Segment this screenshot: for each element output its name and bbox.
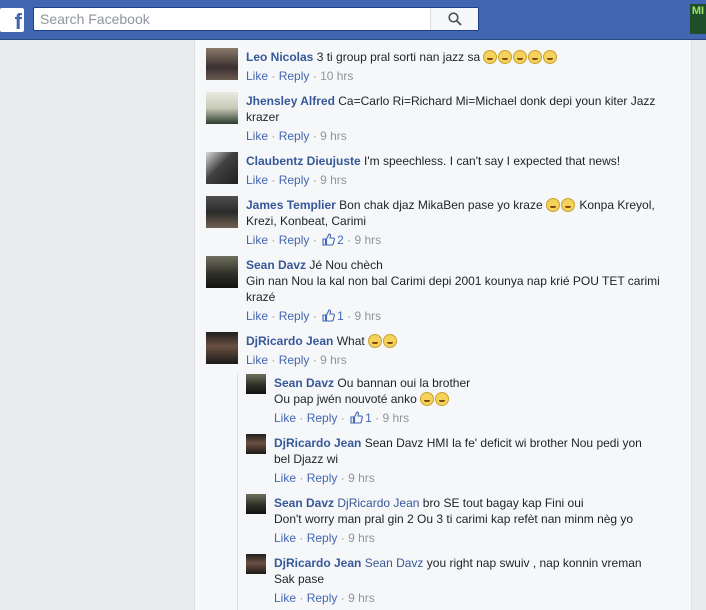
reply-time[interactable]: 9 hrs — [348, 591, 375, 605]
reply-time[interactable]: 9 hrs — [382, 411, 409, 425]
comment-time[interactable]: 9 hrs — [354, 309, 381, 323]
reply-time[interactable]: 9 hrs — [348, 531, 375, 545]
reply-link[interactable]: Reply — [307, 411, 338, 425]
like-link[interactable]: Like — [274, 531, 296, 545]
reply-link[interactable]: Reply — [279, 233, 310, 247]
avatar[interactable] — [246, 374, 266, 394]
comment-text: What — [336, 334, 365, 348]
reply-link[interactable]: Reply — [279, 173, 310, 187]
comment-time[interactable]: 9 hrs — [320, 173, 347, 187]
search-button[interactable] — [430, 8, 478, 30]
reply-link[interactable]: Reply — [307, 531, 338, 545]
avatar[interactable] — [206, 256, 238, 288]
comment-time[interactable]: 9 hrs — [354, 233, 381, 247]
facebook-logo-icon[interactable]: f — [0, 8, 24, 34]
like-count-value[interactable]: 1 — [365, 411, 372, 425]
like-count[interactable]: 1 — [348, 411, 372, 425]
comment-text: Gin nan Nou la kal non bal Carimi depi 2… — [246, 274, 660, 288]
reply-author[interactable]: DjRicardo Jean — [274, 556, 361, 570]
reply-thread-line — [237, 374, 238, 610]
like-link[interactable]: Like — [246, 129, 268, 143]
thumbs-up-icon — [350, 411, 364, 424]
reply-text: you right nap swuiv , nap konnin vreman — [426, 556, 642, 570]
like-count-value[interactable]: 1 — [337, 309, 344, 323]
reply-link[interactable]: Reply — [307, 471, 338, 485]
emoji-icon — [420, 392, 450, 406]
reply-link[interactable]: Reply — [279, 69, 310, 83]
comment-author[interactable]: Claubentz Dieujuste — [246, 154, 361, 168]
like-count[interactable]: 1 — [320, 309, 344, 323]
comment-text: Ca=Carlo Ri=Richard Mi=Michael donk depi… — [338, 94, 656, 108]
comment-author[interactable]: DjRicardo Jean — [246, 334, 333, 348]
comment-text: Konpa Kreyol, — [579, 198, 655, 212]
avatar[interactable] — [206, 152, 238, 184]
reply-text: bel Djazz wi — [274, 452, 339, 466]
comment-time[interactable]: 10 hrs — [320, 69, 353, 83]
tagged-user[interactable]: Sean Davz — [365, 556, 424, 570]
avatar[interactable] — [246, 434, 266, 454]
comment-text: krazé — [246, 290, 276, 304]
comment-time[interactable]: 9 hrs — [320, 129, 347, 143]
reply-text: bro SE tout bagay kap Fini oui — [422, 496, 584, 510]
comment-time[interactable]: 9 hrs — [320, 353, 347, 367]
search-box — [33, 7, 479, 31]
corner-app-icon[interactable]: MI — [690, 4, 706, 34]
like-count[interactable]: 2 — [320, 233, 344, 247]
like-link[interactable]: Like — [274, 411, 296, 425]
like-link[interactable]: Like — [246, 353, 268, 367]
comment-author[interactable]: Leo Nicolas — [246, 50, 313, 64]
reply-link[interactable]: Reply — [307, 591, 338, 605]
avatar[interactable] — [246, 554, 266, 574]
search-icon — [447, 12, 462, 26]
reply-author[interactable]: Sean Davz — [274, 376, 334, 390]
comment-author[interactable]: Sean Davz — [246, 258, 306, 272]
like-link[interactable]: Like — [246, 233, 268, 247]
avatar[interactable] — [206, 92, 238, 124]
comment-text: krazer — [246, 110, 280, 124]
reply-time[interactable]: 9 hrs — [348, 471, 375, 485]
tagged-user[interactable]: DjRicardo Jean — [337, 496, 419, 510]
reply-author[interactable]: Sean Davz — [274, 496, 334, 510]
reply-text: Sean Davz HMI la fe' deficit wi brother … — [364, 436, 642, 450]
reply-link[interactable]: Reply — [279, 309, 310, 323]
reply-text: Ou pap jwén nouvoté anko — [274, 392, 417, 406]
emoji-icon — [545, 198, 576, 212]
like-link[interactable]: Like — [274, 471, 296, 485]
reply-link[interactable]: Reply — [279, 129, 310, 143]
reply-text: Ou bannan oui la brother — [337, 376, 471, 390]
like-link[interactable]: Like — [274, 591, 296, 605]
like-link[interactable]: Like — [246, 309, 268, 323]
thumbs-up-icon — [322, 233, 336, 246]
comment-text: I'm speechless. I can't say I expected t… — [364, 154, 621, 168]
reply-author[interactable]: DjRicardo Jean — [274, 436, 361, 450]
avatar[interactable] — [206, 332, 238, 364]
like-link[interactable]: Like — [246, 173, 268, 187]
reply-text: Sak pase — [274, 572, 325, 586]
avatar[interactable] — [206, 48, 238, 80]
avatar[interactable] — [246, 494, 266, 514]
search-input[interactable] — [34, 8, 434, 30]
comment-author[interactable]: Jhensley Alfred — [246, 94, 335, 108]
emoji-icon — [368, 334, 398, 348]
like-link[interactable]: Like — [246, 69, 268, 83]
thumbs-up-icon — [322, 309, 336, 322]
avatar[interactable] — [206, 196, 238, 228]
emoji-icon — [483, 50, 558, 64]
comment-text: Jé Nou chèch — [309, 258, 383, 272]
like-count-value[interactable]: 2 — [337, 233, 344, 247]
reply-text: Don't worry man pral gin 2 Ou 3 ti carim… — [274, 512, 634, 526]
top-navigation-bar: f MI — [0, 0, 706, 40]
comment-author[interactable]: James Templier — [246, 198, 336, 212]
comment-text: Krezi, Konbeat, Carimi — [246, 214, 367, 228]
reply-link[interactable]: Reply — [279, 353, 310, 367]
comment-text: 3 ti group pral sorti nan jazz sa — [316, 50, 481, 64]
comment-text: Bon chak djaz MikaBen pase yo kraze — [339, 198, 543, 212]
